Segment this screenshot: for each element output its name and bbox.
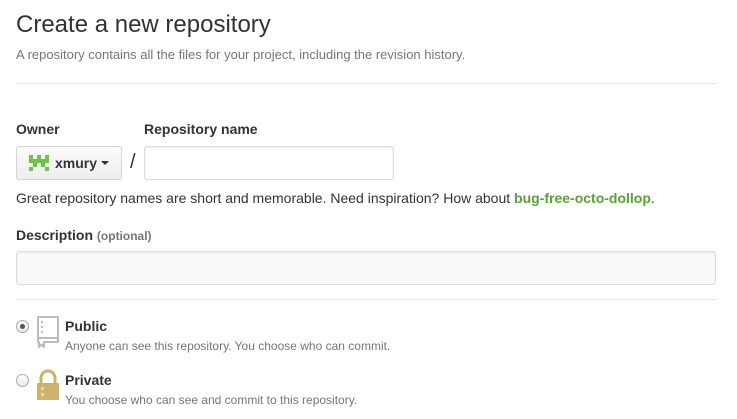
private-radio[interactable] [16, 374, 29, 387]
owner-label: Owner [16, 121, 60, 137]
private-title: Private [65, 372, 112, 388]
lock-icon [37, 369, 59, 400]
hint-end: . [650, 190, 655, 206]
repo-name-label: Repository name [144, 121, 258, 137]
public-title: Public [65, 318, 108, 334]
owner-avatar [29, 155, 49, 171]
repo-name-input[interactable] [144, 146, 394, 180]
public-radio[interactable] [16, 320, 29, 333]
divider [16, 83, 716, 84]
description-input[interactable] [16, 251, 716, 285]
divider [16, 299, 716, 300]
page-subtitle: A repository contains all the files for … [16, 47, 466, 62]
description-label: Description (optional) [16, 226, 152, 245]
repo-book-icon [37, 316, 59, 348]
optional-tag: (optional) [96, 229, 152, 243]
owner-dropdown-button[interactable]: xmury [16, 146, 122, 180]
hint-text: Great repository names are short and mem… [16, 190, 515, 206]
name-suggestion-link[interactable]: bug-free-octo-dollop [514, 190, 651, 206]
owner-repo-separator: / [130, 151, 136, 173]
owner-name: xmury [55, 155, 98, 171]
page-title: Create a new repository [16, 11, 271, 38]
public-description: Anyone can see this repository. You choo… [65, 339, 391, 353]
description-label-text: Description [16, 227, 94, 243]
private-description: You choose who can see and commit to thi… [65, 393, 358, 407]
chevron-down-icon [101, 161, 110, 165]
repo-name-hint: Great repository names are short and mem… [16, 189, 655, 207]
